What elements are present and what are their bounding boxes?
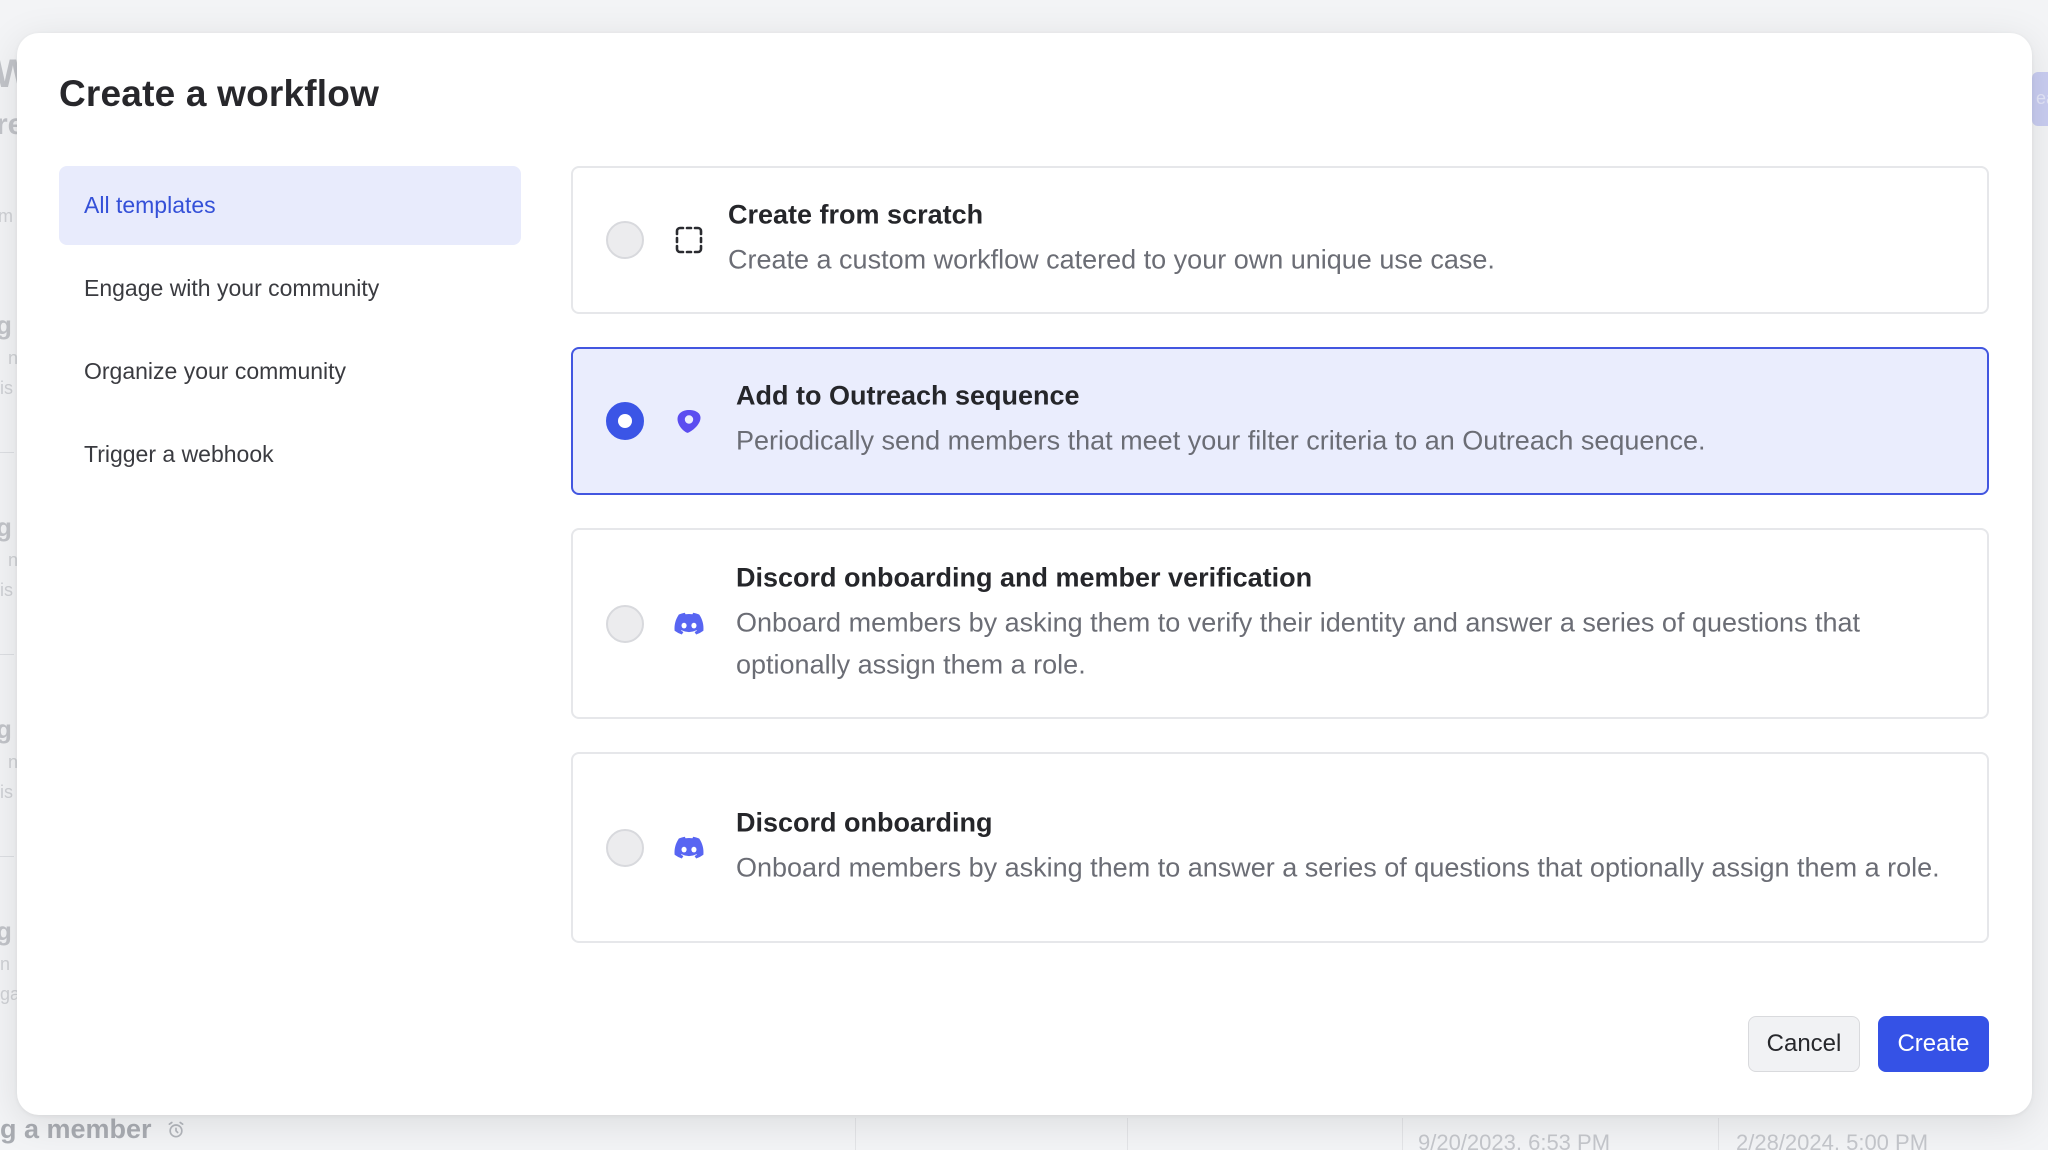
modal-title: Create a workflow	[59, 73, 380, 114]
cancel-button[interactable]: Cancel	[1748, 1016, 1860, 1072]
alarm-clock-icon	[168, 1121, 184, 1137]
bg-fragment: g	[0, 916, 12, 946]
bg-fragment: g	[0, 512, 12, 542]
template-title: Discord onboarding and member verificati…	[736, 562, 1313, 592]
template-text: Discord onboarding Onboard members by as…	[736, 807, 1957, 888]
bg-fragment: m	[0, 206, 13, 226]
template-description: Periodically send members that meet your…	[736, 425, 1706, 456]
template-title: Add to Outreach sequence	[736, 380, 1080, 411]
bg-fragment: g	[0, 310, 12, 340]
bg-row-label-text: g a member	[0, 1114, 152, 1144]
template-text: Discord onboarding and member verificati…	[736, 562, 1957, 685]
bg-row-label: g a member	[0, 1114, 186, 1145]
bg-column-divider	[1402, 1118, 1403, 1150]
bg-divider	[0, 452, 14, 453]
template-text: Create from scratch Create a custom work…	[728, 200, 1957, 281]
discord-icon	[674, 609, 704, 639]
bg-fragment: is	[0, 580, 13, 600]
discord-icon	[674, 833, 704, 863]
template-category-sidebar: All templates Engage with your community…	[59, 166, 521, 498]
bg-fragment: is	[0, 782, 13, 802]
template-radio[interactable]	[606, 604, 644, 643]
bg-column-divider	[1127, 1118, 1128, 1150]
bg-fragment: g	[0, 714, 12, 744]
bg-divider	[0, 654, 14, 655]
template-description: Onboard members by asking them to verify…	[736, 607, 1861, 679]
bg-date: 9/20/2023, 6:53 PM	[1418, 1130, 1611, 1150]
sidebar-item-trigger-webhook[interactable]: Trigger a webhook	[59, 415, 521, 494]
sidebar-item-organize-community[interactable]: Organize your community	[59, 332, 521, 411]
sidebar-item-all-templates[interactable]: All templates	[59, 166, 521, 245]
template-list: Create from scratch Create a custom work…	[571, 166, 1989, 976]
template-radio[interactable]	[606, 221, 644, 259]
bg-date: 2/28/2024, 5:00 PM	[1736, 1130, 1929, 1150]
sidebar-item-engage-community[interactable]: Engage with your community	[59, 249, 521, 328]
template-card-discord-onboarding[interactable]: Discord onboarding Onboard members by as…	[571, 752, 1989, 943]
template-radio-selected[interactable]	[606, 402, 644, 440]
template-description: Onboard members by asking them to answer…	[736, 852, 1940, 882]
template-title: Discord onboarding	[736, 807, 993, 837]
create-workflow-modal: Create a workflow All templates Engage w…	[17, 33, 2032, 1115]
template-title: Create from scratch	[728, 199, 984, 230]
template-description: Create a custom workflow catered to your…	[728, 244, 1495, 275]
bg-fragment: is	[0, 378, 13, 398]
bg-fragment: n	[0, 954, 11, 974]
bg-divider	[0, 856, 14, 857]
template-card-outreach-sequence[interactable]: Add to Outreach sequence Periodically se…	[571, 347, 1989, 495]
template-text: Add to Outreach sequence Periodically se…	[736, 381, 1957, 462]
create-button[interactable]: Create	[1878, 1016, 1989, 1072]
dashed-square-icon	[674, 225, 704, 255]
template-radio[interactable]	[606, 828, 644, 867]
bg-column-divider	[855, 1118, 856, 1150]
template-card-create-from-scratch[interactable]: Create from scratch Create a custom work…	[571, 166, 1989, 314]
outreach-icon	[674, 406, 704, 436]
template-card-discord-onboarding-verification[interactable]: Discord onboarding and member verificati…	[571, 528, 1989, 719]
bg-column-divider	[1718, 1118, 1719, 1150]
bg-fragment: ea	[2036, 88, 2048, 108]
